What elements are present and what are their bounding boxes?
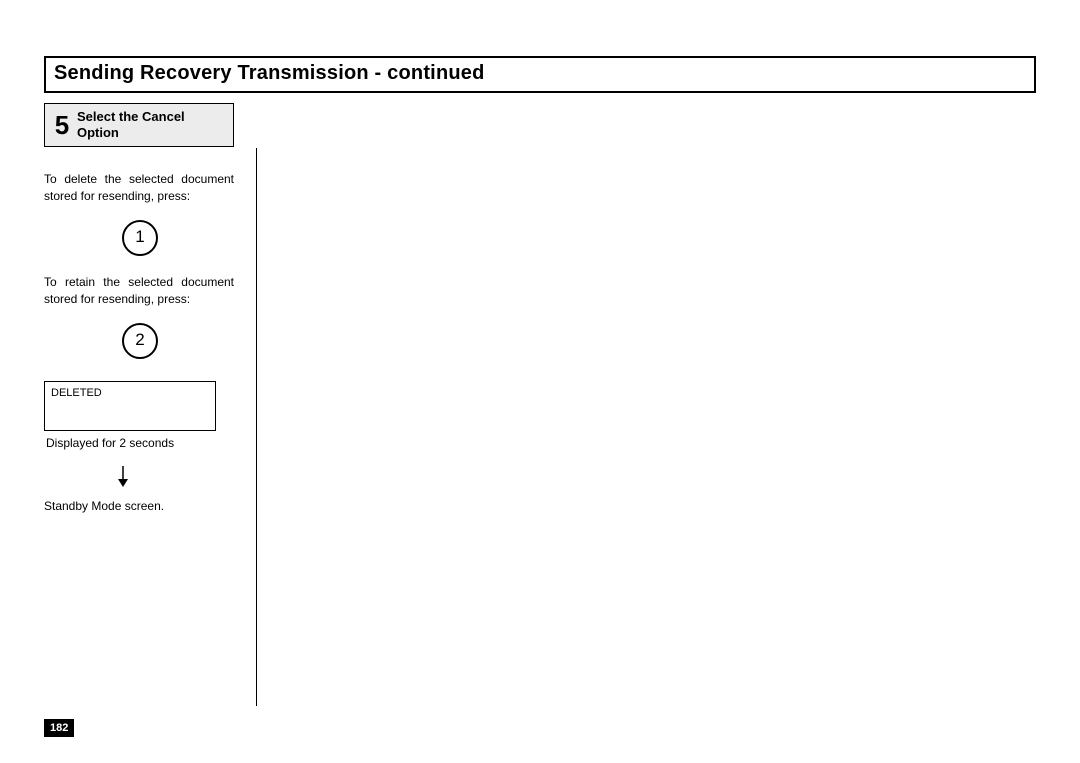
left-column: To delete the selected document stored f…: [44, 171, 234, 515]
manual-page: Sending Recovery Transmission - continue…: [0, 0, 1080, 763]
lcd-display-box: DELETED: [44, 381, 216, 431]
step-box: 5 Select the Cancel Option: [44, 103, 234, 147]
paragraph-delete: To delete the selected document stored f…: [44, 171, 234, 206]
keypad-1-icon: 1: [122, 220, 158, 256]
page-title: Sending Recovery Transmission - continue…: [54, 62, 485, 84]
lcd-display-text: DELETED: [51, 387, 102, 399]
step-label-line1: Select the Cancel: [77, 109, 185, 124]
page-number-badge: 182: [44, 719, 74, 737]
column-divider: [256, 148, 257, 706]
page-number: 182: [50, 722, 68, 734]
display-caption: Displayed for 2 seconds: [46, 435, 234, 452]
standby-text: Standby Mode screen.: [44, 498, 234, 515]
step-label: Select the Cancel Option: [77, 109, 191, 140]
arrow-down-icon: [116, 466, 234, 488]
step-label-line2: Option: [77, 125, 119, 140]
page-title-bar: Sending Recovery Transmission - continue…: [44, 56, 1036, 93]
step-number: 5: [45, 110, 77, 141]
paragraph-retain: To retain the selected document stored f…: [44, 274, 234, 309]
keypad-2-icon: 2: [122, 323, 158, 359]
keypad-2-label: 2: [135, 328, 144, 353]
keypad-1-label: 1: [135, 225, 144, 250]
